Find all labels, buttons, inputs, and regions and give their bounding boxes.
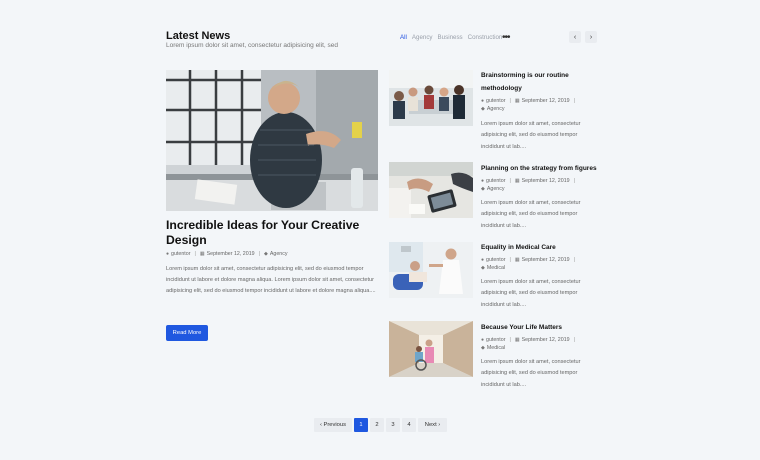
post-category[interactable]: Agency bbox=[487, 106, 505, 112]
filter-tabs: All Agency Business Construction bbox=[400, 34, 502, 41]
post-date[interactable]: September 12, 2019 bbox=[522, 337, 570, 343]
hospital-corridor-photo-icon bbox=[389, 321, 473, 377]
meta-divider: | bbox=[573, 337, 575, 343]
meta-divider: | bbox=[509, 337, 511, 343]
section-header: Latest News Lorem ipsum dolor sit amet, … bbox=[166, 30, 600, 52]
meta-divider: | bbox=[258, 251, 260, 257]
post-date[interactable]: September 12, 2019 bbox=[522, 98, 570, 104]
carousel-prev-button[interactable]: ‹ bbox=[569, 31, 581, 43]
post-title[interactable]: Equality in Medical Care bbox=[481, 242, 603, 255]
meta-divider: | bbox=[194, 251, 196, 257]
post-category[interactable]: Medical bbox=[487, 345, 505, 351]
post-category-row: ◆ Agency bbox=[481, 106, 505, 112]
page-2-button[interactable]: 2 bbox=[370, 418, 384, 432]
tag-icon: ◆ bbox=[264, 251, 268, 257]
post-category[interactable]: Medical bbox=[487, 265, 505, 271]
post-excerpt: Lorem ipsum dolor sit amet, consectetur … bbox=[481, 200, 581, 229]
carousel-next-button[interactable]: › bbox=[585, 31, 597, 43]
meta-divider: | bbox=[573, 257, 575, 263]
next-page-button[interactable]: Next › bbox=[418, 418, 447, 432]
user-icon: ● bbox=[481, 257, 485, 263]
meta-divider: | bbox=[509, 178, 511, 184]
post-meta: ● gutentor | ▦ September 12, 2019 | bbox=[481, 98, 579, 104]
featured-post-excerpt: Lorem ipsum dolor sit amet, consectetur … bbox=[166, 266, 376, 294]
featured-post-meta: ● gutentor | ▦ September 12, 2019 | ◆ Ag… bbox=[166, 251, 288, 257]
tab-agency[interactable]: Agency bbox=[412, 34, 433, 41]
post-author[interactable]: gutentor bbox=[171, 251, 190, 257]
calendar-icon: ▦ bbox=[199, 251, 205, 257]
post-author[interactable]: gutentor bbox=[486, 178, 505, 184]
page-3-button[interactable]: 3 bbox=[386, 418, 400, 432]
post-category[interactable]: Agency bbox=[487, 186, 505, 192]
user-icon: ● bbox=[481, 178, 485, 184]
tag-icon: ◆ bbox=[481, 106, 485, 112]
post-thumbnail[interactable] bbox=[389, 70, 473, 126]
chevron-right-icon: › bbox=[589, 33, 593, 41]
post-author[interactable]: gutentor bbox=[486, 337, 505, 343]
post-excerpt: Lorem ipsum dolor sit amet, consectetur … bbox=[481, 121, 581, 150]
featured-post-title[interactable]: Incredible Ideas for Your Creative Desig… bbox=[166, 218, 381, 248]
read-more-button[interactable]: Read More bbox=[166, 325, 208, 341]
calendar-icon: ▦ bbox=[514, 178, 520, 184]
post-meta: ● gutentor | ▦ September 12, 2019 | bbox=[481, 178, 579, 184]
pagination: ‹ Previous 1 2 3 4 Next › bbox=[314, 418, 447, 432]
tablet-planning-photo-icon bbox=[389, 162, 473, 218]
tag-icon: ◆ bbox=[481, 345, 485, 351]
tab-all[interactable]: All bbox=[400, 34, 407, 41]
section-subtitle: Lorem ipsum dolor sit amet, consectetur … bbox=[166, 42, 338, 49]
post-meta: ● gutentor | ▦ September 12, 2019 | bbox=[481, 257, 579, 263]
featured-post-image[interactable] bbox=[166, 70, 378, 211]
meta-divider: | bbox=[573, 98, 575, 104]
post-title[interactable]: Planning on the strategy from figures bbox=[481, 163, 603, 176]
meta-divider: | bbox=[509, 257, 511, 263]
section-title: Latest News bbox=[166, 30, 231, 42]
post-thumbnail[interactable] bbox=[389, 321, 473, 377]
calendar-icon: ▦ bbox=[514, 98, 520, 104]
dentist-photo-icon bbox=[389, 242, 473, 298]
tab-construction[interactable]: Construction bbox=[468, 34, 503, 41]
meta-divider: | bbox=[573, 178, 575, 184]
post-thumbnail[interactable] bbox=[389, 242, 473, 298]
previous-page-button[interactable]: ‹ Previous bbox=[314, 418, 352, 432]
post-title[interactable]: Because Your Life Matters bbox=[481, 322, 603, 335]
user-icon: ● bbox=[481, 98, 485, 104]
post-category-row: ◆ Medical bbox=[481, 265, 505, 271]
user-icon: ● bbox=[166, 251, 170, 257]
tag-icon: ◆ bbox=[481, 265, 485, 271]
post-author[interactable]: gutentor bbox=[486, 98, 505, 104]
tab-business[interactable]: Business bbox=[438, 34, 463, 41]
post-date[interactable]: September 12, 2019 bbox=[207, 251, 255, 257]
post-author[interactable]: gutentor bbox=[486, 257, 505, 263]
post-meta: ● gutentor | ▦ September 12, 2019 | bbox=[481, 337, 579, 343]
calendar-icon: ▦ bbox=[514, 337, 520, 343]
page-1-button[interactable]: 1 bbox=[354, 418, 368, 432]
meeting-photo-icon bbox=[389, 70, 473, 126]
chevron-left-icon: ‹ bbox=[573, 33, 577, 41]
post-title[interactable]: Brainstorming is our routine methodology bbox=[481, 70, 603, 96]
user-icon: ● bbox=[481, 337, 485, 343]
post-excerpt: Lorem ipsum dolor sit amet, consectetur … bbox=[481, 279, 581, 308]
more-tabs-icon[interactable]: ••• bbox=[502, 32, 510, 43]
post-date[interactable]: September 12, 2019 bbox=[522, 257, 570, 263]
post-category-row: ◆ Agency bbox=[481, 186, 505, 192]
post-category-row: ◆ Medical bbox=[481, 345, 505, 351]
office-man-photo-icon bbox=[166, 70, 378, 211]
page-4-button[interactable]: 4 bbox=[402, 418, 416, 432]
calendar-icon: ▦ bbox=[514, 257, 520, 263]
post-excerpt: Lorem ipsum dolor sit amet, consectetur … bbox=[481, 359, 581, 388]
post-date[interactable]: September 12, 2019 bbox=[522, 178, 570, 184]
tag-icon: ◆ bbox=[481, 186, 485, 192]
post-category[interactable]: Agency bbox=[270, 251, 288, 257]
post-thumbnail[interactable] bbox=[389, 162, 473, 218]
meta-divider: | bbox=[509, 98, 511, 104]
